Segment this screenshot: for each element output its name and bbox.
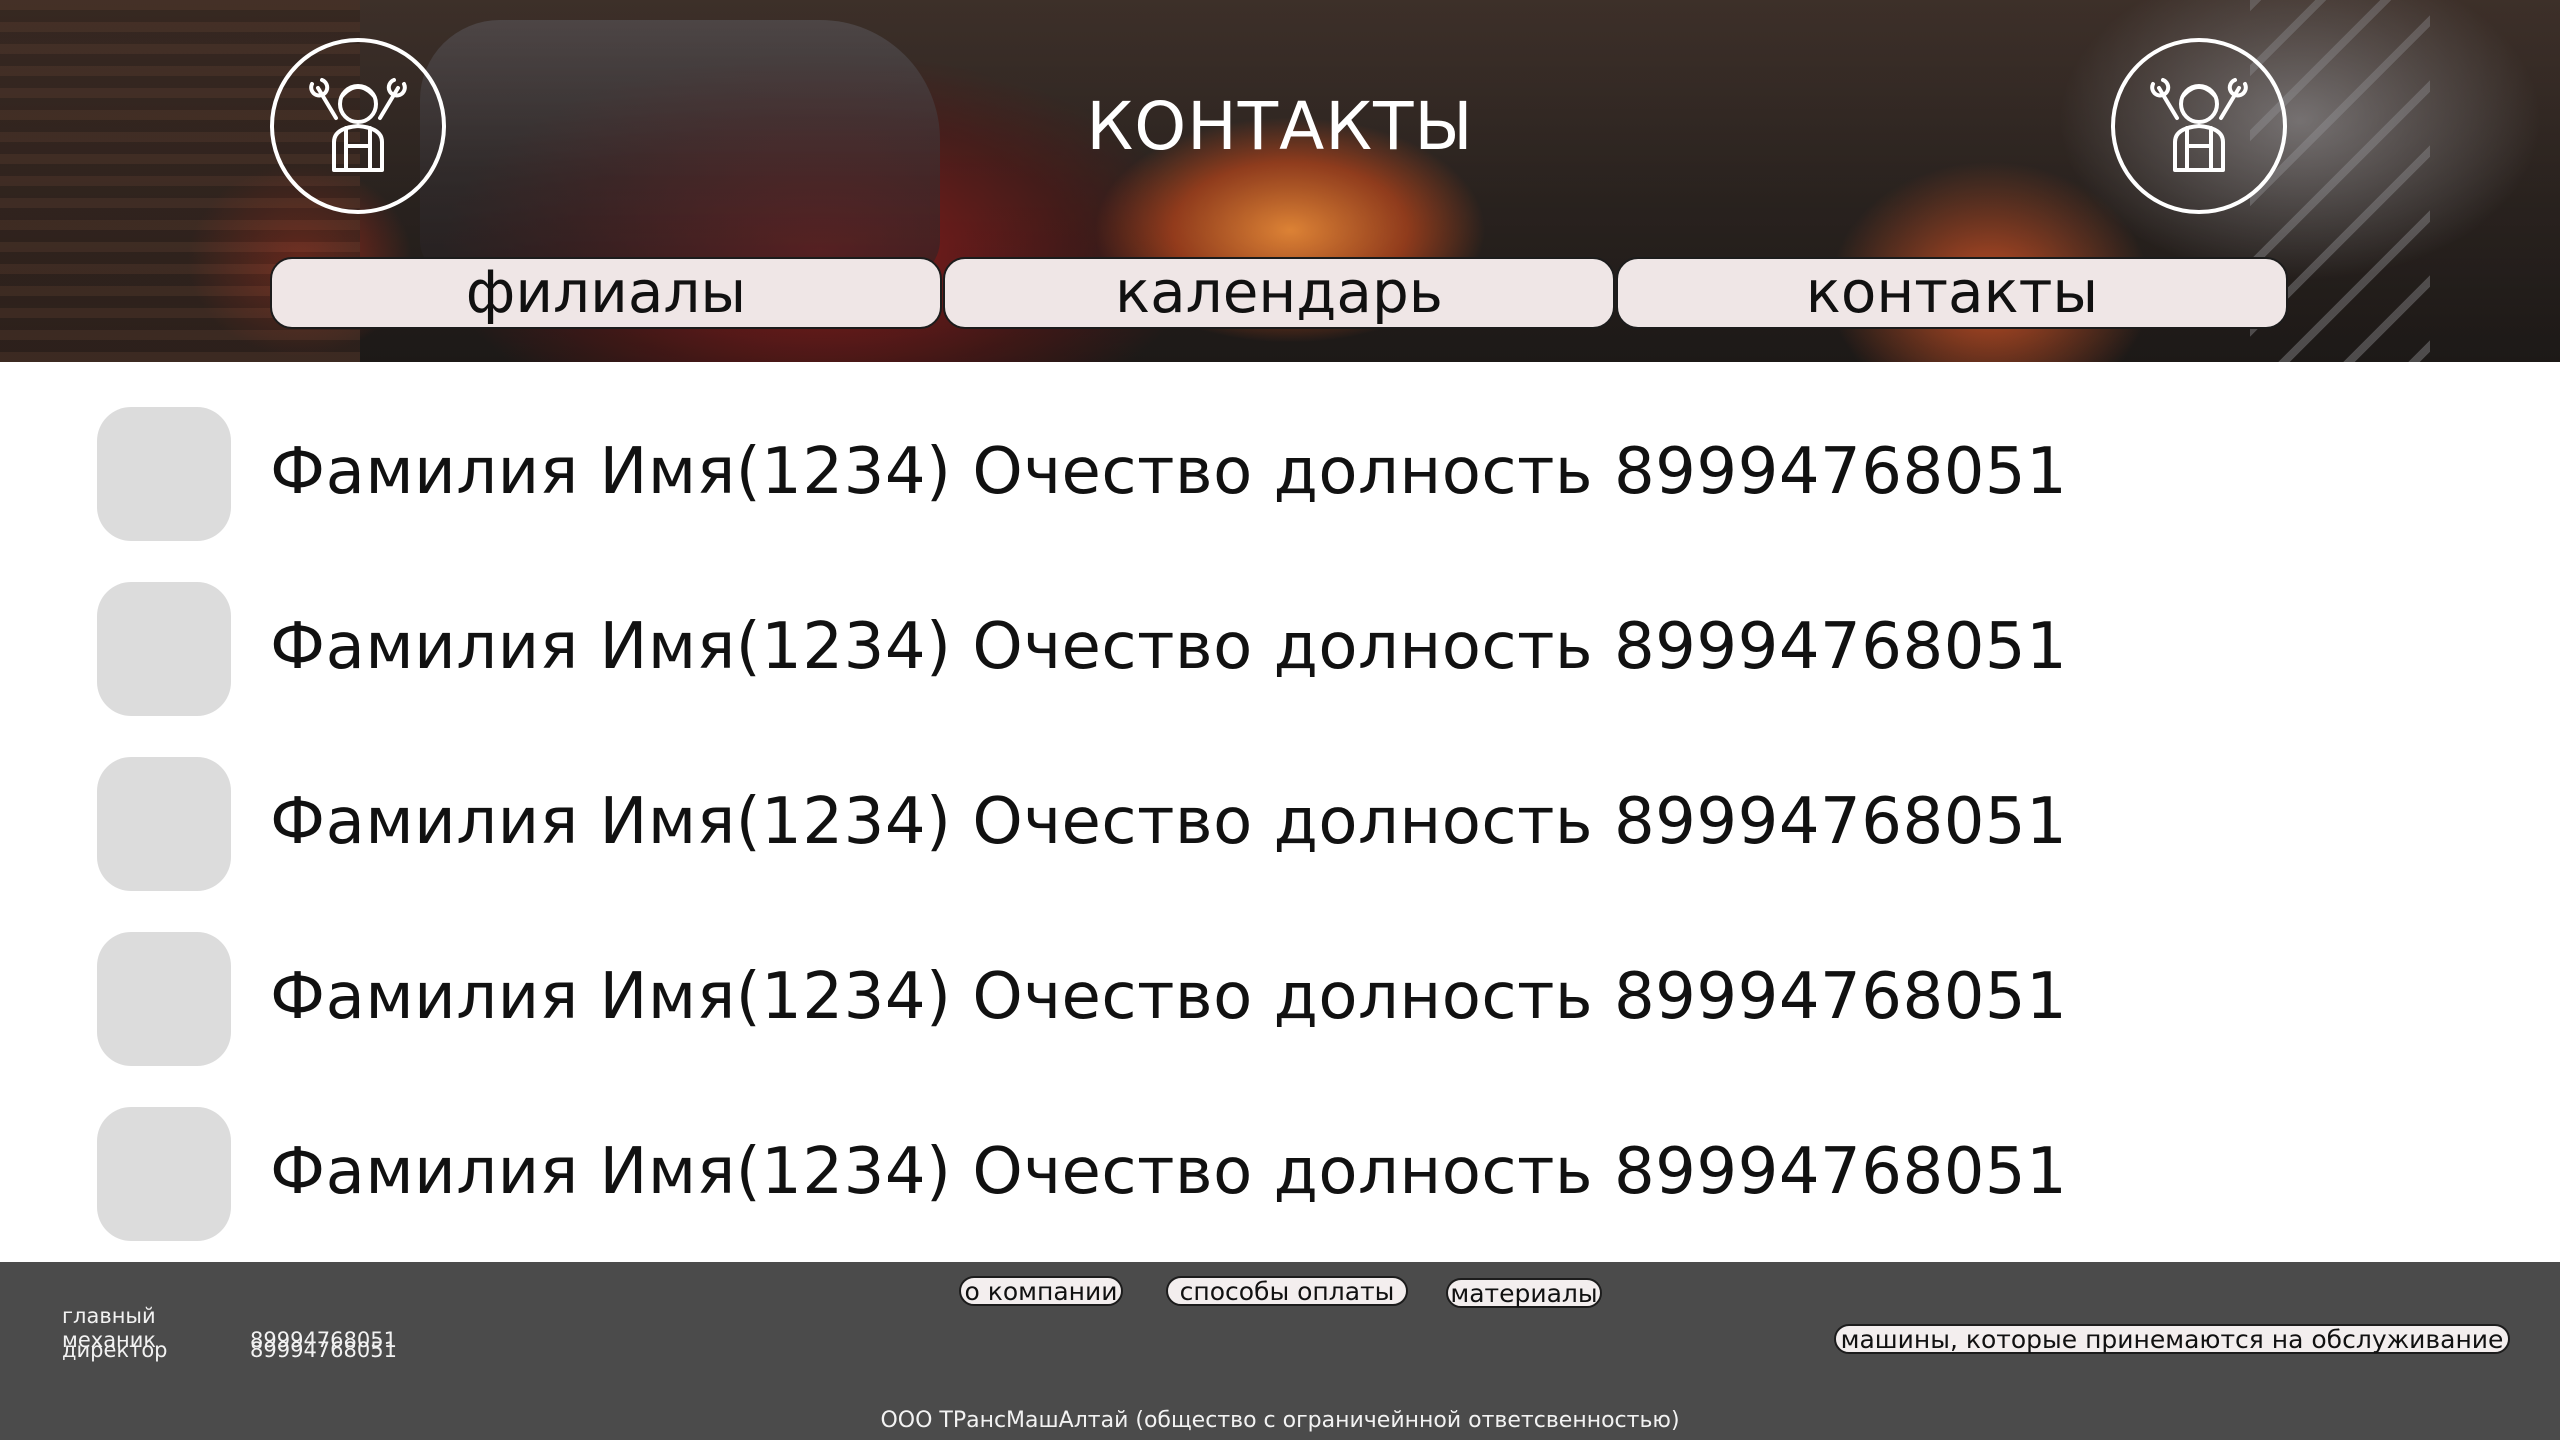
tab-contacts[interactable]: контакты [1616,257,2288,329]
footer-contact-phone: 89994768051 [250,1338,397,1362]
mechanic-icon[interactable] [2111,38,2287,214]
tab-branches[interactable]: филиалы [270,257,942,329]
contact-text: Фамилия Имя(1234) Очество долность 89994… [270,785,2068,859]
footer-link-materials[interactable]: материалы [1446,1278,1602,1308]
footer-contact-label: директор [62,1338,168,1362]
tab-calendar[interactable]: календарь [943,257,1615,329]
footer-link-about[interactable]: о компании [959,1276,1123,1306]
header-banner: КОНТАКТЫ филиалы календарь контакты [0,0,2560,362]
avatar [97,757,231,891]
avatar [97,407,231,541]
list-item: Фамилия Имя(1234) Очество долность 89994… [0,407,2560,541]
list-item: Фамилия Имя(1234) Очество долность 89994… [0,932,2560,1066]
page-title: КОНТАКТЫ [1086,88,1474,165]
footer-link-payment[interactable]: способы оплаты [1166,1276,1408,1306]
copyright: ООО ТРансМашАлтай (общество с ограничейн… [880,1408,1680,1433]
contact-text: Фамилия Имя(1234) Очество долность 89994… [270,435,2068,509]
avatar [97,932,231,1066]
avatar [97,582,231,716]
footer-contact-director: директор 89994768051 [62,1338,397,1362]
contact-text: Фамилия Имя(1234) Очество долность 89994… [270,960,2068,1034]
mechanic-icon[interactable] [270,38,446,214]
list-item: Фамилия Имя(1234) Очество долность 89994… [0,1107,2560,1241]
footer-link-serviced-cars[interactable]: машины, которые принемаются на обслужива… [1834,1324,2510,1354]
list-item: Фамилия Имя(1234) Очество долность 89994… [0,757,2560,891]
footer: главный механик 89994768051 директор 89994… [0,1262,2560,1440]
contact-text: Фамилия Имя(1234) Очество долность 89994… [270,1135,2068,1209]
avatar [97,1107,231,1241]
list-item: Фамилия Имя(1234) Очество долность 89994… [0,582,2560,716]
contact-text: Фамилия Имя(1234) Очество долность 89994… [270,610,2068,684]
